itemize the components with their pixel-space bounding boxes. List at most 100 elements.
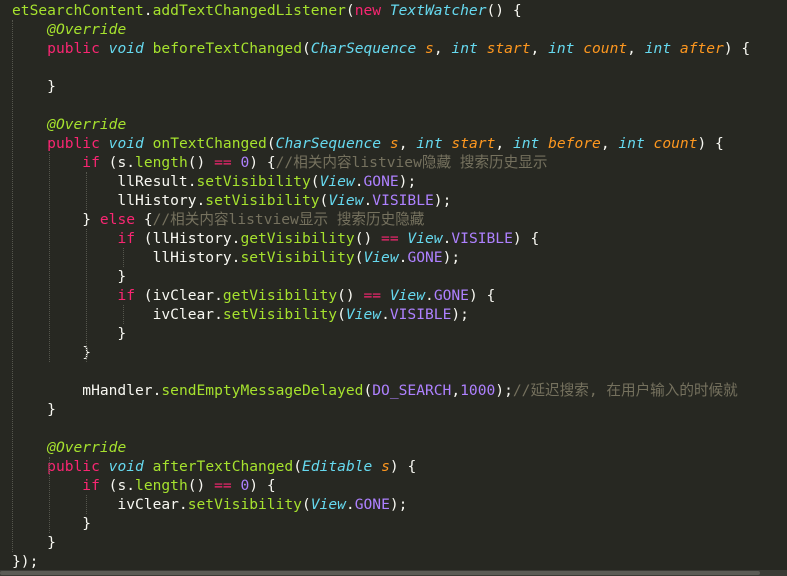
- code-line: @Override: [12, 115, 126, 134]
- code-token: Editable: [302, 458, 373, 475]
- code-line: @Override: [12, 20, 126, 39]
- code-line: public void beforeTextChanged(CharSequen…: [12, 39, 750, 58]
- code-token: (: [319, 192, 329, 209]
- code-token: getVisibility: [222, 287, 338, 304]
- code-token: CharSequence: [310, 40, 417, 57]
- horizontal-scrollbar[interactable]: [0, 570, 787, 576]
- code-token: ) {: [249, 477, 276, 494]
- code-token: ,: [451, 382, 461, 399]
- indent-guide: [123, 248, 124, 267]
- code-token: if: [82, 154, 100, 171]
- code-line: if (s.length() == 0) {//相关内容listview隐藏 搜…: [12, 153, 547, 172]
- code-token: addTextChangedListener: [152, 2, 346, 19]
- code-line: @Override: [12, 438, 126, 457]
- code-token: ==: [214, 154, 232, 171]
- code-token: );: [442, 249, 461, 266]
- code-token: if: [117, 230, 136, 247]
- code-token: new: [354, 2, 382, 19]
- code-token: mHandler.: [12, 382, 162, 399]
- code-token: length: [135, 477, 188, 494]
- code-token: ivClear.: [12, 496, 188, 513]
- code-token: void: [108, 135, 144, 152]
- indent-guide: [49, 153, 50, 362]
- code-line: llResult.setVisibility(View.GONE);: [12, 172, 416, 191]
- code-token: setVisibility: [187, 496, 302, 513]
- code-token: (: [302, 40, 311, 57]
- code-token: (s.: [99, 154, 136, 171]
- code-token: void: [108, 40, 144, 57]
- code-token: }: [12, 534, 56, 551]
- code-token: int: [416, 135, 443, 152]
- code-line: }: [12, 77, 56, 96]
- code-editor[interactable]: etSearchContent. addTextChangedListener ( n…: [0, 0, 787, 570]
- code-token: afterTextChanged: [152, 458, 294, 475]
- code-token: //相关内容listview显示 搜索历史隐藏: [152, 211, 425, 228]
- code-token: );: [398, 173, 417, 190]
- code-token: llResult.: [12, 173, 197, 190]
- code-token: 0: [240, 477, 250, 494]
- code-token: (: [301, 496, 311, 513]
- code-token: View: [407, 230, 443, 247]
- code-token: (): [187, 154, 215, 171]
- code-token: });: [12, 553, 39, 570]
- code-token: ==: [363, 287, 382, 304]
- code-token: GONE: [354, 496, 390, 513]
- code-line: }: [12, 533, 56, 552]
- code-line: }: [12, 400, 56, 419]
- indent-guide: [86, 172, 87, 210]
- code-line: if (s.length() == 0) {: [12, 476, 276, 495]
- code-token: DO_SEARCH: [372, 382, 452, 399]
- code-token: setVisibility: [196, 173, 311, 190]
- code-token: int: [644, 40, 672, 57]
- code-token: @Override: [47, 116, 127, 133]
- code-token: public: [47, 458, 100, 475]
- code-line: etSearchContent.addTextChangedListener(n…: [12, 1, 522, 20]
- code-token: beforeTextChanged: [152, 40, 302, 57]
- code-line: }: [12, 324, 126, 343]
- indent-guide: [86, 495, 87, 514]
- scrollbar-thumb[interactable]: [0, 571, 760, 575]
- code-token: before: [548, 135, 601, 152]
- code-token: }: [12, 268, 127, 285]
- code-token: count: [653, 135, 698, 152]
- code-token: ==: [381, 230, 399, 247]
- indent-guide: [12, 20, 13, 552]
- code-token: @Override: [47, 21, 127, 38]
- code-token: VISIBLE: [389, 306, 452, 323]
- code-token: llHistory.: [12, 249, 241, 266]
- code-token: }: [12, 401, 56, 418]
- code-line: mHandler.sendEmptyMessageDelayed(DO_SEAR…: [12, 381, 737, 400]
- code-token: );: [433, 192, 452, 209]
- code-token: .: [425, 287, 434, 304]
- code-token: (llHistory.: [135, 230, 241, 247]
- code-token: s: [425, 40, 434, 57]
- code-token: void: [108, 458, 144, 475]
- code-token: ,: [398, 135, 417, 152]
- code-token: ,: [627, 40, 645, 57]
- code-token: setVisibility: [222, 306, 338, 323]
- code-token: onTextChanged: [152, 135, 267, 152]
- code-token: int: [618, 135, 645, 152]
- code-token: etSearchContent: [12, 2, 144, 19]
- code-line: if (llHistory.getVisibility() == View.VI…: [12, 229, 539, 248]
- code-token: s: [381, 458, 390, 475]
- code-token: .: [381, 306, 390, 323]
- code-token: (): [337, 287, 364, 304]
- code-token: ivClear.: [12, 306, 223, 323]
